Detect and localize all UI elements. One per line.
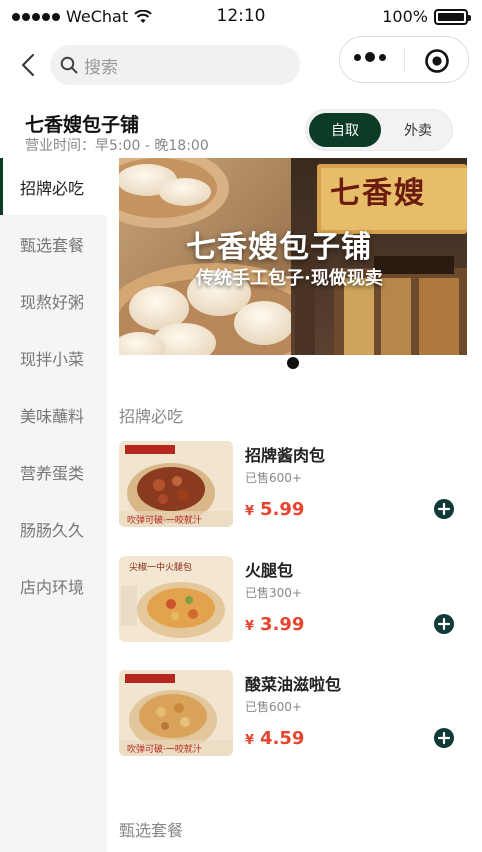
category-item-set-meals[interactable]: 甄选套餐 [0, 215, 107, 272]
order-mode-toggle: 自取 外卖 [305, 109, 453, 151]
banner-sign-text: 七香嫂 [330, 176, 426, 211]
product-card[interactable]: 尖椒一中火腿包 火腿包 已售300+ ¥3.99 [119, 556, 467, 646]
section-title-signature: 招牌必吃 [119, 407, 184, 426]
svg-text:吹弹可破·一咬就汁: 吹弹可破·一咬就汁 [127, 743, 202, 755]
plus-icon [438, 618, 450, 630]
close-mini-program-button[interactable] [424, 48, 450, 78]
search-icon [60, 56, 78, 74]
battery-percent: 100% [382, 7, 428, 26]
banner-title: 七香嫂包子铺 [186, 230, 372, 265]
more-button[interactable] [354, 52, 386, 62]
search-placeholder: 搜索 [84, 57, 118, 78]
product-name: 火腿包 [245, 561, 294, 580]
add-to-cart-button[interactable] [434, 499, 454, 519]
price-value: 5.99 [260, 499, 305, 520]
section-title-set-meals: 甄选套餐 [119, 821, 184, 840]
product-image: 尖椒一中火腿包 [119, 556, 233, 642]
price-value: 4.59 [260, 728, 305, 749]
pickup-tab[interactable]: 自取 [309, 113, 381, 147]
status-bar: WeChat 12:10 100% [0, 0, 482, 32]
search-bar[interactable]: 搜索 [50, 45, 300, 85]
add-to-cart-button[interactable] [434, 614, 454, 634]
capsule-divider [404, 49, 405, 71]
shop-name: 七香嫂包子铺 [25, 114, 140, 136]
banner-subtitle: 传统手工包子·现做现卖 [196, 268, 383, 289]
category-item-sausages[interactable]: 肠肠久久 [0, 500, 107, 557]
currency-symbol: ¥ [245, 619, 255, 634]
add-to-cart-button[interactable] [434, 728, 454, 748]
banner-indicator-dot[interactable] [287, 357, 299, 369]
currency-symbol: ¥ [245, 733, 255, 748]
back-button[interactable] [16, 50, 40, 80]
category-item-eggs[interactable]: 营养蛋类 [0, 443, 107, 500]
chevron-left-icon [22, 54, 34, 76]
svg-text:吹弹可破·一咬就汁: 吹弹可破·一咬就汁 [127, 514, 202, 526]
product-price: ¥4.59 [245, 728, 304, 749]
category-item-signature[interactable]: 招牌必吃 [0, 158, 107, 215]
plus-icon [438, 503, 450, 515]
delivery-tab[interactable]: 外卖 [384, 113, 452, 147]
product-name: 招牌酱肉包 [245, 446, 326, 465]
battery-icon [434, 8, 471, 25]
product-sold-count: 已售600+ [245, 700, 302, 714]
product-sold-count: 已售300+ [245, 586, 302, 600]
category-item-side-dishes[interactable]: 现拌小菜 [0, 329, 107, 386]
category-item-sauces[interactable]: 美味蘸料 [0, 386, 107, 443]
category-sidebar: 招牌必吃 甄选套餐 现熬好粥 现拌小菜 美味蘸料 营养蛋类 肠肠久久 店内环境 [0, 158, 107, 852]
product-price: ¥5.99 [245, 499, 304, 520]
product-image: 吹弹可破·一咬就汁 [119, 441, 233, 527]
battery-info: 100% [382, 7, 471, 26]
product-card[interactable]: 吹弹可破·一咬就汁 酸菜油滋啦包 已售600+ ¥4.59 [119, 670, 467, 760]
svg-text:尖椒一中火腿包: 尖椒一中火腿包 [129, 561, 192, 573]
product-price: ¥3.99 [245, 614, 304, 635]
target-icon [425, 49, 449, 73]
currency-symbol: ¥ [245, 504, 255, 519]
product-name: 酸菜油滋啦包 [245, 675, 342, 694]
plus-icon [438, 732, 450, 744]
product-sold-count: 已售600+ [245, 471, 302, 485]
price-value: 3.99 [260, 614, 305, 635]
mini-program-capsule [339, 36, 469, 83]
product-card[interactable]: 吹弹可破·一咬就汁 招牌酱肉包 已售600+ ¥5.99 [119, 441, 467, 531]
category-item-porridge[interactable]: 现熬好粥 [0, 272, 107, 329]
shop-hours: 营业时间：早5:00 - 晚18:00 [25, 138, 209, 154]
category-item-store-environment[interactable]: 店内环境 [0, 557, 107, 614]
product-image: 吹弹可破·一咬就汁 [119, 670, 233, 756]
